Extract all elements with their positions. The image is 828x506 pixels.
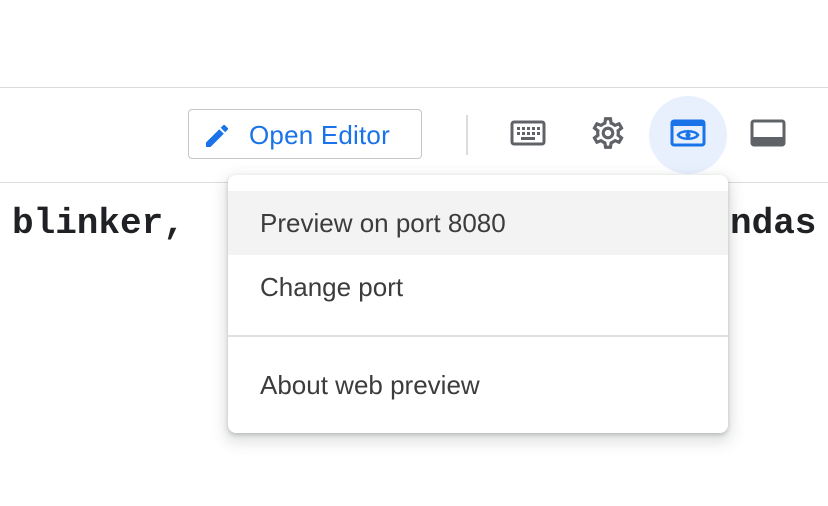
terminal-text-left: blinker, — [12, 203, 185, 244]
menu-item-about-web-preview[interactable]: About web preview — [228, 353, 728, 417]
menu-item-label: Preview on port 8080 — [260, 208, 506, 238]
terminal-text-right: ndas — [730, 203, 817, 244]
settings-button[interactable] — [569, 96, 647, 174]
menu-divider — [228, 335, 728, 337]
settings-gear-icon — [589, 114, 627, 157]
open-editor-button[interactable]: Open Editor — [188, 109, 422, 159]
menu-item-label: Change port — [260, 272, 404, 302]
pencil-icon — [202, 121, 232, 151]
cloud-shell-toolbar: Open Editor — [0, 88, 828, 182]
terminal-panel-button[interactable] — [729, 96, 807, 174]
web-preview-icon — [670, 118, 706, 153]
menu-item-label: About web preview — [260, 370, 480, 400]
toolbar-separator — [466, 115, 468, 155]
web-preview-button[interactable] — [649, 96, 727, 174]
menu-item-preview-on-port[interactable]: Preview on port 8080 — [228, 191, 728, 255]
keyboard-icon — [510, 119, 546, 152]
open-editor-label: Open Editor — [249, 120, 390, 150]
menu-item-change-port[interactable]: Change port — [228, 255, 728, 319]
keyboard-button[interactable] — [489, 96, 567, 174]
top-area — [0, 0, 828, 87]
web-preview-menu: Preview on port 8080 Change port About w… — [228, 175, 728, 433]
terminal-panel-icon — [750, 118, 786, 153]
cloud-shell-window: Open Editor blinker, ndas Preview on por… — [0, 0, 828, 506]
